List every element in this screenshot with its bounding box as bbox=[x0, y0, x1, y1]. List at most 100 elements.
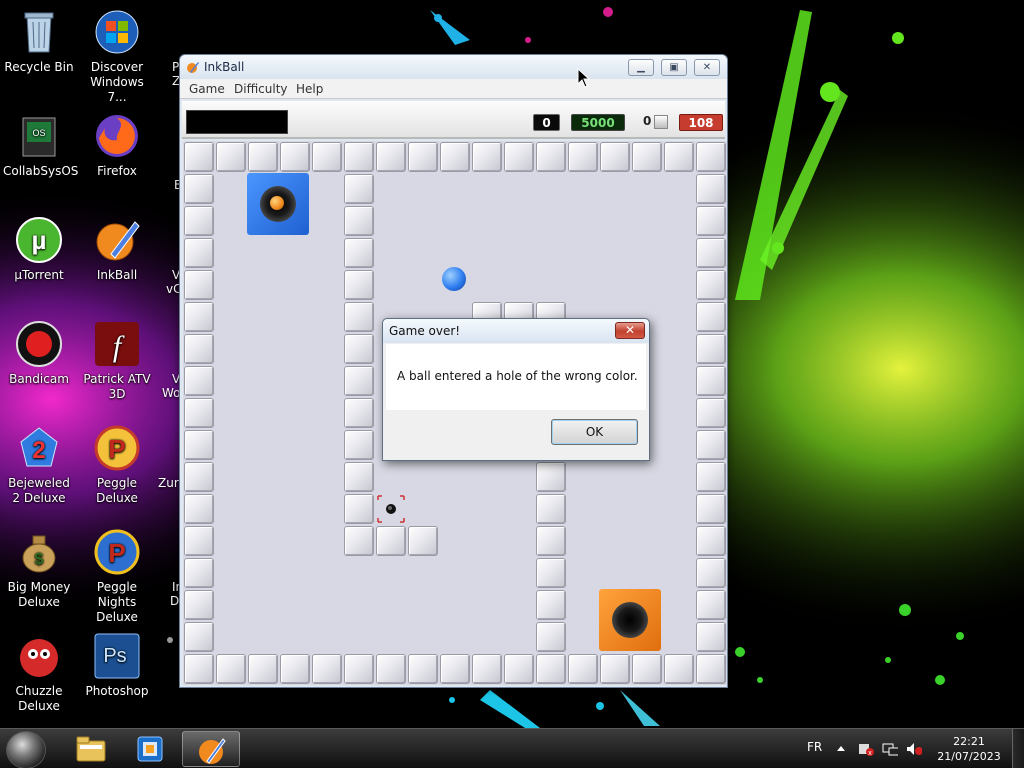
wall-tile bbox=[696, 462, 726, 492]
wall-tile bbox=[376, 526, 406, 556]
wall-tile bbox=[344, 526, 374, 556]
wall-tile bbox=[344, 174, 374, 204]
menu-bar: Game Difficulty Help bbox=[180, 79, 727, 99]
wall-tile bbox=[184, 398, 214, 428]
desktop-icon-collabsysos[interactable]: OS CollabSysOS bbox=[1, 106, 78, 206]
wall-tile bbox=[408, 526, 438, 556]
wall-tile bbox=[504, 654, 534, 684]
wall-tile bbox=[536, 494, 566, 524]
minimize-icon: ▁ bbox=[637, 62, 645, 73]
volume-muted-icon[interactable] bbox=[906, 742, 922, 756]
wall-tile bbox=[696, 366, 726, 396]
svg-text:P: P bbox=[108, 434, 125, 464]
show-desktop-button[interactable] bbox=[1012, 729, 1024, 768]
wall-tile bbox=[184, 334, 214, 364]
wall-tile bbox=[696, 206, 726, 236]
wall-tile bbox=[344, 430, 374, 460]
desktop-icon-utorrent[interactable]: µ µTorrent bbox=[1, 210, 77, 310]
desktop-icon-chuzzle[interactable]: Chuzzle Deluxe bbox=[1, 626, 77, 726]
score-display: 5000 bbox=[571, 114, 625, 131]
wall-tile bbox=[216, 654, 246, 684]
desktop-icon-inkball[interactable]: InkBall bbox=[79, 210, 155, 310]
inkball-icon bbox=[199, 738, 226, 764]
minimize-button[interactable]: ▁ bbox=[628, 59, 654, 76]
wall-tile bbox=[184, 366, 214, 396]
wall-tile bbox=[344, 206, 374, 236]
wall-tile bbox=[344, 270, 374, 300]
wall-tile bbox=[696, 494, 726, 524]
gray-hole bbox=[376, 494, 406, 524]
desktop-icon-label: Bandicam bbox=[9, 372, 69, 386]
start-button[interactable] bbox=[6, 731, 46, 768]
action-center-icon[interactable]: x bbox=[858, 742, 874, 756]
desktop-icon-peggle-nights[interactable]: P Peggle Nights Deluxe bbox=[79, 522, 155, 624]
desktop-icon-label: InkBall bbox=[96, 268, 138, 282]
maximize-button[interactable]: ▣ bbox=[661, 59, 687, 76]
wall-tile bbox=[696, 334, 726, 364]
system-clock[interactable]: 22:21 21/07/2023 bbox=[932, 734, 1006, 764]
wall-tile bbox=[696, 238, 726, 268]
bandicam-icon bbox=[15, 320, 63, 368]
close-icon: ✕ bbox=[624, 323, 636, 337]
close-button[interactable]: ✕ bbox=[694, 59, 720, 76]
game-over-dialog: Game over! ✕ A ball entered a hole of th… bbox=[382, 318, 650, 461]
taskbar-virtualbox-button[interactable] bbox=[122, 731, 180, 767]
svg-text:OS: OS bbox=[32, 128, 45, 138]
taskbar-inkball-button[interactable] bbox=[182, 731, 240, 767]
menu-difficulty[interactable]: Difficulty bbox=[234, 82, 288, 96]
ok-button[interactable]: OK bbox=[551, 419, 638, 445]
wall-tile bbox=[248, 654, 278, 684]
inkball-icon bbox=[187, 62, 199, 73]
dialog-title: Game over! bbox=[389, 324, 461, 338]
money-bag-icon: $ bbox=[15, 528, 63, 576]
show-hidden-icons-icon[interactable] bbox=[835, 742, 851, 756]
network-icon[interactable] bbox=[882, 742, 898, 756]
wall-tile bbox=[696, 622, 726, 652]
desktop-icon-label: µTorrent bbox=[14, 268, 64, 282]
desktop-icon-patrick-atv[interactable]: f Patrick ATV 3D bbox=[79, 314, 155, 414]
desktop-icon-big-money[interactable]: $ Big Money Deluxe bbox=[1, 522, 77, 622]
desktop-icon-photoshop[interactable]: Ps Photoshop bbox=[79, 626, 155, 726]
timer-display: 108 bbox=[679, 114, 723, 131]
wall-tile bbox=[376, 654, 406, 684]
wall-tile bbox=[344, 334, 374, 364]
desktop-icon-bandicam[interactable]: Bandicam bbox=[1, 314, 77, 414]
wall-tile bbox=[344, 302, 374, 332]
desktop-icon-recycle-bin[interactable]: Recycle Bin bbox=[1, 2, 77, 102]
svg-text:x: x bbox=[868, 750, 872, 756]
dialog-titlebar[interactable]: Game over! ✕ bbox=[383, 319, 649, 343]
partial-icon-label: D bbox=[170, 594, 180, 608]
desktop-icon-bejeweled[interactable]: 2 Bejeweled 2 Deluxe bbox=[1, 418, 77, 518]
wall-tile bbox=[536, 558, 566, 588]
peggle-icon: P bbox=[93, 424, 141, 472]
desktop-icon-firefox[interactable]: Firefox bbox=[79, 106, 155, 206]
firefox-icon bbox=[93, 112, 141, 160]
wall-tile bbox=[696, 526, 726, 556]
desktop-icon-peggle[interactable]: P Peggle Deluxe bbox=[79, 418, 155, 518]
wall-tile bbox=[536, 622, 566, 652]
menu-help[interactable]: Help bbox=[296, 82, 323, 96]
taskbar-explorer-button[interactable] bbox=[62, 731, 120, 767]
desktop-icon-discover-windows[interactable]: Discover Windows 7... bbox=[79, 2, 155, 104]
wall-tile bbox=[312, 142, 342, 172]
desktop-icon-label: Chuzzle Deluxe bbox=[15, 684, 63, 713]
partial-icon-label: Zur bbox=[158, 476, 179, 490]
wall-tile bbox=[216, 142, 246, 172]
wall-tile bbox=[600, 142, 630, 172]
taskbar: FR x 22:21 21/07/2023 bbox=[0, 728, 1024, 768]
wall-tile bbox=[568, 654, 598, 684]
dialog-close-button[interactable]: ✕ bbox=[615, 322, 645, 339]
wall-tile bbox=[344, 494, 374, 524]
window-titlebar[interactable]: InkBall ▁ ▣ ✕ bbox=[180, 55, 727, 79]
hole-pit bbox=[612, 602, 648, 638]
wall-tile bbox=[536, 462, 566, 492]
collabsysos-icon: OS bbox=[15, 112, 63, 160]
wall-tile bbox=[696, 398, 726, 428]
menu-game[interactable]: Game bbox=[189, 82, 225, 96]
desktop-icon-label: Patrick ATV 3D bbox=[83, 372, 151, 401]
orange-ball bbox=[270, 196, 284, 210]
language-indicator[interactable]: FR bbox=[807, 740, 822, 754]
close-icon: ✕ bbox=[702, 62, 712, 73]
wall-tile bbox=[184, 558, 214, 588]
wall-tile bbox=[472, 142, 502, 172]
